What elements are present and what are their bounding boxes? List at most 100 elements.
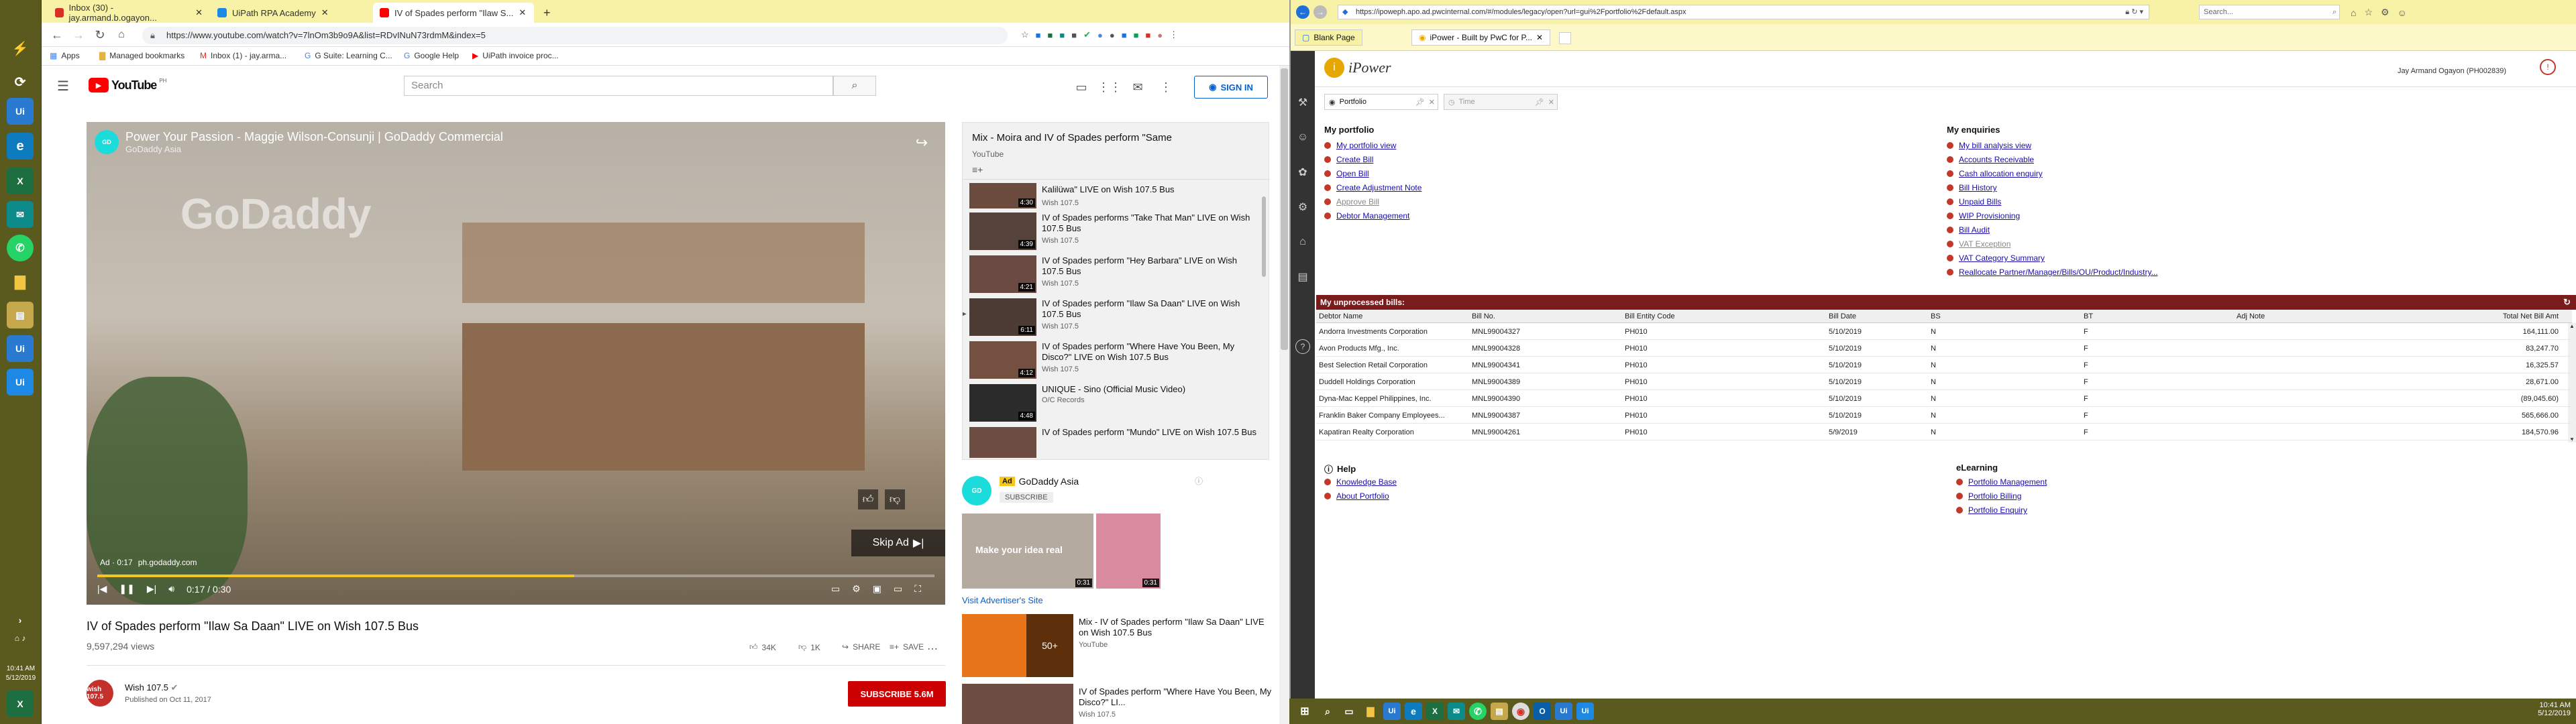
bookmark-inbox[interactable]: M Inbox (1) - jay.arma... — [200, 51, 286, 60]
table-row[interactable]: Avon Products Mfg., Inc. MNL99004328 PH010… — [1316, 340, 2572, 357]
table-row[interactable]: Dyna-Mac Keppel Philippines, Inc. MNL9900… — [1316, 390, 2572, 407]
mix-item[interactable]: 4:30 Kalilüwa" LIVE on Wish 107.5 Bus Wi… — [969, 183, 1258, 210]
tab-close-icon[interactable]: ✕ — [519, 7, 526, 18]
file-explorer-icon[interactable]: ▇ — [1362, 703, 1379, 720]
uipath-taskbar-icon[interactable]: Ui — [1383, 703, 1401, 720]
bookmark-gsuite[interactable]: G G Suite: Learning C... — [305, 51, 392, 60]
home-icon[interactable]: ⌂ — [2351, 7, 2356, 18]
ad-title[interactable]: Power Your Passion - Maggie Wilson-Consu… — [125, 130, 503, 144]
link-portfolio-enquiry[interactable]: Portfolio Enquiry — [1956, 505, 2027, 515]
settings-icon[interactable]: ⚙ — [852, 583, 861, 595]
uipath-icon[interactable]: Ui — [7, 98, 34, 125]
companion-thumbnail-1[interactable]: Make your idea real 0:31 — [962, 514, 1093, 589]
search-icon[interactable]: ⌕ — [1319, 703, 1336, 720]
visit-advertiser-link[interactable]: Visit Advertiser's Site — [962, 595, 1043, 605]
table-row[interactable]: Franklin Baker Company Employees... MNL99… — [1316, 407, 2572, 424]
extension-icon[interactable]: ■ — [1122, 30, 1127, 40]
link-accounts-receivable[interactable]: Accounts Receivable — [1947, 155, 2034, 164]
extension-icon[interactable]: ■ — [1071, 30, 1077, 40]
table-row[interactable]: Best Selection Retail Corporation MNL9900… — [1316, 357, 2572, 373]
miniplayer-icon[interactable]: ▣ — [873, 583, 881, 595]
rec-channel-2[interactable]: Wish 107.5 — [1079, 711, 1116, 719]
back-icon[interactable]: ← — [1296, 5, 1309, 19]
more-actions-icon[interactable]: ⋯ — [927, 642, 938, 656]
reload-icon[interactable]: ↻ — [93, 27, 107, 42]
tab-gmail[interactable]: Inbox (30) - jay.armand.b.ogayon... ✕ — [48, 3, 209, 23]
mix-title[interactable]: Mix - Moira and IV of Spades perform "Sa… — [972, 132, 1172, 143]
new-tab-button[interactable]: + — [537, 3, 557, 23]
search-input[interactable]: Search — [404, 76, 833, 96]
excel-taskbar-icon[interactable]: X — [7, 690, 34, 717]
share-button[interactable]: ↪ SHARE — [842, 642, 880, 652]
mix-item[interactable]: IV of Spades perform "Mundo" LIVE on Wis… — [969, 426, 1258, 458]
ad-url[interactable]: ph.godaddy.com — [138, 558, 197, 567]
extension-icon[interactable]: ● — [1110, 30, 1115, 40]
close-icon[interactable]: ✕ — [1429, 98, 1438, 107]
col-debtor-name[interactable]: Debtor Name — [1319, 312, 1362, 320]
link-portfolio-billing[interactable]: Portfolio Billing — [1956, 491, 2021, 501]
channel-name[interactable]: Wish 107.5 ✔ — [125, 682, 178, 693]
mix-item[interactable]: 4:39 IV of Spades performs "Take That Ma… — [969, 211, 1258, 251]
col-bill-date[interactable]: Bill Date — [1829, 312, 1856, 320]
extension-icon[interactable]: ■ — [1059, 30, 1065, 40]
previous-icon[interactable]: |◀ — [97, 583, 107, 595]
mix-item-current[interactable]: ▶ 6:11 IV of Spades perform "Ilaw Sa Daa… — [963, 297, 1258, 337]
rec-channel-1[interactable]: YouTube — [1079, 641, 1108, 649]
link-create-adjustment-note[interactable]: Create Adjustment Note — [1324, 183, 1421, 192]
volume-icon[interactable]: 🔊︎ — [168, 583, 174, 595]
playlist-add-icon[interactable]: ≡+ — [972, 164, 983, 175]
theater-icon[interactable]: ▭ — [894, 583, 902, 595]
uipath-robot-icon[interactable]: Ui — [7, 369, 34, 396]
col-bt[interactable]: BT — [2084, 312, 2093, 320]
tab-close-icon[interactable]: ✕ — [321, 7, 329, 18]
folder-icon[interactable]: ▇ — [7, 268, 34, 295]
notes-icon[interactable]: ▤ — [7, 302, 34, 328]
next-icon[interactable]: ▶| — [147, 583, 156, 595]
col-adj-note[interactable]: Adj Note — [2237, 312, 2265, 320]
nav-paw-icon[interactable]: ✿ — [1295, 165, 1310, 180]
bookmark-apps[interactable]: ▦ Apps — [50, 51, 80, 60]
link-create-bill[interactable]: Create Bill — [1324, 155, 1373, 164]
outlook-taskbar-icon[interactable]: O — [1534, 703, 1551, 720]
col-total-net-bill-amt[interactable]: Total Net Bill Amt — [2503, 312, 2559, 320]
ad-like-icon[interactable]: 👍︎ — [858, 489, 878, 509]
mix-scrollbar[interactable] — [1262, 196, 1266, 277]
link-unpaid-bills[interactable]: Unpaid Bills — [1947, 197, 2001, 206]
sidebar-refresh-icon[interactable]: ⟳ — [7, 68, 34, 95]
extension-icon[interactable]: ■ — [1145, 30, 1150, 40]
share-icon[interactable]: ↪ — [912, 133, 932, 153]
tab-ipower[interactable]: ◉ iPower - Built by PwC for P... ✕ — [1411, 29, 1551, 46]
whatsapp-taskbar-icon[interactable]: ✆ — [1469, 703, 1487, 720]
channel-avatar[interactable]: wish 107.5 — [87, 680, 113, 707]
mix-item[interactable]: 4:12 IV of Spades perform "Where Have Yo… — [969, 340, 1258, 380]
link-debtor-management[interactable]: Debtor Management — [1324, 211, 1409, 221]
extension-icon[interactable]: ■ — [1134, 30, 1139, 40]
ie-taskbar-icon[interactable]: e — [1405, 703, 1422, 720]
youtube-logo[interactable]: ▶ YouTube PH — [89, 78, 166, 93]
whatsapp-icon[interactable]: ✆ — [7, 235, 34, 261]
notification-icon[interactable]: ! — [2540, 59, 2556, 75]
favorites-icon[interactable]: ☆ — [2364, 7, 2373, 18]
new-tab-button[interactable] — [1559, 32, 1571, 44]
link-open-bill[interactable]: Open Bill — [1324, 169, 1369, 178]
captions-icon[interactable]: ▭ — [831, 583, 840, 595]
rec-thumbnail-1[interactable]: 50+ — [962, 614, 1073, 677]
page-scrollbar[interactable] — [1279, 66, 1289, 724]
bookmark-uipath-invoice[interactable]: ▶ UiPath invoice proc... — [472, 51, 559, 60]
mix-source[interactable]: YouTube — [972, 149, 1004, 159]
home-icon[interactable]: ⌂ — [114, 27, 129, 42]
advertiser-name[interactable]: GoDaddy Asia — [1019, 476, 1079, 487]
check-icon[interactable]: ✔ — [1083, 29, 1091, 40]
mix-item[interactable]: 4:21 IV of Spades perform "Hey Barbara" … — [969, 254, 1258, 294]
app-icon[interactable]: ✉ — [7, 201, 34, 228]
notes-taskbar-icon[interactable]: ▤ — [1491, 703, 1508, 720]
info-icon[interactable]: ⓘ — [1194, 476, 1203, 486]
ie-icon[interactable]: e — [7, 133, 34, 160]
col-bs[interactable]: BS — [1931, 312, 1941, 320]
mix-item[interactable]: 4:48 UNIQUE - Sino (Official Music Video… — [969, 383, 1258, 423]
link-bill-analysis-view[interactable]: My bill analysis view — [1947, 141, 2031, 150]
module-tab-time[interactable]: ◷ Time 📌︎ ✕ — [1444, 94, 1558, 110]
ad-dislike-icon[interactable]: 👎︎ — [885, 489, 905, 509]
tab-blank-page[interactable]: ▢ Blank Page — [1295, 29, 1362, 46]
messages-icon[interactable]: ✉ — [1130, 79, 1146, 95]
